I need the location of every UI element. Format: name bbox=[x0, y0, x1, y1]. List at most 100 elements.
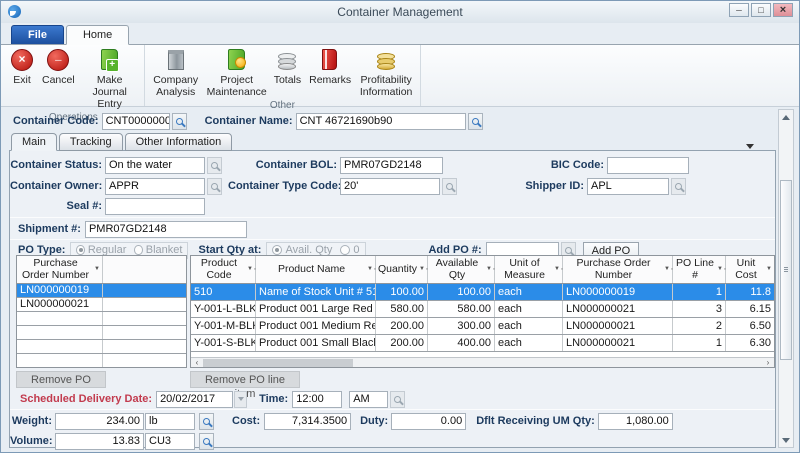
section-divider bbox=[10, 217, 775, 218]
filter-icon[interactable] bbox=[554, 266, 560, 272]
cost-field[interactable]: 7,314.3500 bbox=[264, 413, 351, 430]
filter-icon[interactable] bbox=[94, 266, 100, 272]
time-label: Time: bbox=[259, 393, 288, 405]
time-search-button bbox=[390, 391, 405, 408]
scroll-left-icon[interactable]: ‹ bbox=[191, 358, 203, 367]
container-code-field[interactable]: CNT000000018 bbox=[102, 113, 170, 130]
container-name-search-button[interactable] bbox=[468, 113, 483, 130]
column-header-purchase-order-number[interactable]: Purchase Order Number bbox=[563, 256, 673, 283]
container-status-field[interactable]: On the water bbox=[105, 157, 205, 174]
remarks-button[interactable]: Remarks bbox=[305, 47, 355, 87]
project-maintenance-button[interactable]: Project Maintenance bbox=[204, 47, 270, 99]
filter-icon[interactable] bbox=[419, 266, 425, 272]
minimize-button[interactable] bbox=[729, 3, 749, 17]
filter-icon[interactable] bbox=[247, 266, 253, 272]
cancel-button[interactable]: Cancel bbox=[38, 47, 79, 87]
column-header-unit-of-measure[interactable]: Unit of Measure bbox=[495, 256, 563, 283]
time-field[interactable]: 12:00 bbox=[292, 391, 342, 408]
filter-icon[interactable] bbox=[486, 266, 492, 272]
tab-tracking[interactable]: Tracking bbox=[59, 133, 123, 151]
company-analysis-button[interactable]: Company Analysis bbox=[148, 47, 204, 99]
column-header-po-line[interactable]: PO Line # bbox=[673, 256, 726, 283]
close-button[interactable] bbox=[773, 3, 793, 17]
window-title: Container Management bbox=[1, 5, 799, 19]
column-header-available-qty[interactable]: Available Qty bbox=[428, 256, 495, 283]
filter-icon[interactable] bbox=[766, 266, 772, 272]
maximize-button[interactable] bbox=[751, 3, 771, 17]
weight-label: Weight: bbox=[10, 415, 52, 427]
tab-home[interactable]: Home bbox=[66, 25, 129, 45]
filter-icon[interactable] bbox=[367, 266, 373, 272]
tab-overflow-arrow-icon[interactable] bbox=[746, 144, 754, 149]
scrollbar-thumb[interactable] bbox=[780, 180, 792, 360]
profitability-information-button[interactable]: Profitability Information bbox=[355, 47, 417, 99]
main-tab-panel: Container Status: On the water Container… bbox=[9, 150, 776, 448]
ribbon: Exit Cancel Make Journal Entry Operation… bbox=[1, 44, 799, 107]
container-name-field[interactable]: CNT 46721690b90 bbox=[296, 113, 466, 130]
filter-icon[interactable] bbox=[664, 266, 670, 272]
remove-po-button[interactable]: Remove PO bbox=[16, 371, 106, 388]
volume-um-search-button[interactable] bbox=[199, 433, 214, 450]
purchase-orders-grid: Purchase Order Number LN000000019 LN0000… bbox=[16, 255, 187, 368]
line-item-row[interactable]: 510 Name of Stock Unit # 510 100.00 100.… bbox=[191, 284, 774, 301]
line-items-horizontal-scrollbar[interactable]: ‹ › bbox=[191, 357, 774, 367]
scroll-right-icon[interactable]: › bbox=[762, 358, 774, 367]
line-item-row[interactable]: Y-001-S-BLK Product 001 Small Black 200.… bbox=[191, 335, 774, 352]
container-bol-field[interactable]: PMR07GD2148 bbox=[340, 157, 443, 174]
volume-um-field[interactable]: CU3 bbox=[145, 433, 195, 450]
section-divider bbox=[10, 239, 775, 240]
volume-label: Volume: bbox=[10, 435, 52, 447]
volume-field[interactable]: 13.83 bbox=[55, 433, 144, 450]
container-code-label: Container Code: bbox=[13, 115, 99, 127]
journal-entry-icon bbox=[101, 49, 118, 70]
tab-file[interactable]: File bbox=[11, 25, 64, 45]
totals-button[interactable]: Totals bbox=[270, 47, 305, 87]
duty-label: Duty: bbox=[360, 415, 388, 427]
tab-main[interactable]: Main bbox=[11, 133, 57, 151]
seal-field[interactable] bbox=[105, 198, 205, 215]
po-row[interactable]: LN000000019 bbox=[17, 284, 186, 298]
remove-po-line-item-button[interactable]: Remove PO line item bbox=[190, 371, 300, 388]
container-owner-field[interactable]: APPR bbox=[105, 178, 205, 195]
shipment-field[interactable]: PMR07GD2148 bbox=[85, 221, 247, 238]
search-icon bbox=[565, 247, 572, 254]
radio-regular bbox=[76, 245, 84, 255]
po-grid-header[interactable]: Purchase Order Number bbox=[17, 256, 103, 283]
line-item-row[interactable]: Y-001-M-BLK Product 001 Medium Red 200.0… bbox=[191, 318, 774, 335]
weight-field[interactable]: 234.00 bbox=[55, 413, 144, 430]
weight-um-search-button[interactable] bbox=[199, 413, 214, 430]
column-header-unit-cost[interactable]: Unit Cost bbox=[726, 256, 774, 283]
tab-other-information[interactable]: Other Information bbox=[125, 133, 233, 151]
date-dropdown-icon[interactable] bbox=[234, 391, 247, 408]
column-header-product-name[interactable]: Product Name bbox=[256, 256, 376, 283]
po-grid-header-blank bbox=[103, 256, 186, 283]
column-header-quantity[interactable]: Quantity bbox=[376, 256, 428, 283]
search-icon bbox=[203, 438, 210, 445]
cost-label: Cost: bbox=[232, 415, 260, 427]
container-type-code-field[interactable]: 20' bbox=[340, 178, 440, 195]
scroll-down-icon[interactable] bbox=[779, 433, 793, 447]
scheduled-delivery-date-field[interactable]: 20/02/2017 bbox=[156, 391, 233, 408]
scrollbar-thumb[interactable] bbox=[203, 359, 353, 367]
shipper-id-field[interactable]: APL bbox=[587, 178, 669, 195]
vertical-scrollbar[interactable] bbox=[778, 109, 794, 448]
duty-field[interactable]: 0.00 bbox=[391, 413, 466, 430]
scroll-up-icon[interactable] bbox=[779, 110, 793, 124]
po-row[interactable]: LN000000021 bbox=[17, 298, 186, 312]
ampm-field[interactable]: AM bbox=[349, 391, 388, 408]
container-code-search-button[interactable] bbox=[172, 113, 187, 130]
search-icon bbox=[472, 118, 479, 125]
exit-button[interactable]: Exit bbox=[6, 47, 38, 87]
bic-code-field[interactable] bbox=[607, 157, 689, 174]
filter-icon[interactable] bbox=[717, 266, 723, 272]
maximize-icon bbox=[758, 5, 763, 15]
totals-icon bbox=[278, 63, 296, 70]
weight-um-field[interactable]: lb bbox=[145, 413, 195, 430]
make-journal-entry-button[interactable]: Make Journal Entry bbox=[79, 47, 141, 111]
po-row-empty bbox=[17, 326, 186, 340]
dflt-receiving-um-qty-field[interactable]: 1,080.00 bbox=[598, 413, 673, 430]
radio-blanket bbox=[134, 245, 142, 255]
line-item-row[interactable]: Y-001-L-BLK Product 001 Large Red 580.00… bbox=[191, 301, 774, 318]
column-header-product-code[interactable]: Product Code bbox=[191, 256, 256, 283]
container-owner-label: Container Owner: bbox=[10, 180, 102, 192]
